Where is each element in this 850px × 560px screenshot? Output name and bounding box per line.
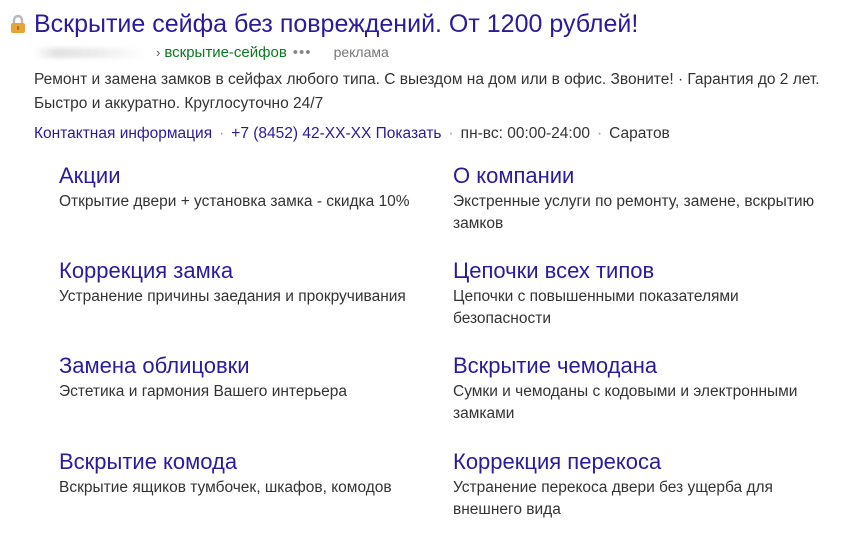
show-phone-link[interactable]: Показать [376,125,442,142]
sitelink-skew-correction: Коррекция перекоса Устранение перекоса д… [453,448,823,521]
sitelink-description: Вскрытие ящиков тумбочек, шкафов, комодо… [59,479,392,496]
city-label: Саратов [609,125,670,142]
sitelink-title-link[interactable]: Замена облицовки [59,352,429,380]
sitelink-description: Эстетика и гармония Вашего интерьера [59,383,348,400]
search-ad: Вскрытие сейфа без повреждений. От 1200 … [0,0,850,560]
sitelink-title-link[interactable]: О компании [453,162,823,190]
sitelink-about-company: О компании Экстренные услуги по ремонту,… [453,162,823,235]
blurred-domain [34,48,146,59]
sitelink-title-link[interactable]: Коррекция замка [59,257,429,285]
sitelink-description: Экстренные услуги по ремонту, замене, вс… [453,193,815,232]
ad-url-line: › вскрытие-сейфов ••• реклама [34,42,389,62]
sitelink-description: Цепочки с повышенными показателями безоп… [453,288,739,327]
sitelink-description: Открытие двери + установка замка - скидк… [59,193,410,210]
separator-dot: · [219,125,225,142]
sitelink-title-link[interactable]: Вскрытие чемодана [453,352,823,380]
ad-label: реклама [333,44,389,60]
ad-contacts-line: Контактная информация · +7 (8452) 42-XX-XX… [34,123,670,145]
separator-dot: · [448,125,454,142]
ad-title-link[interactable]: Вскрытие сейфа без повреждений. От 1200 … [34,9,638,39]
sitelink-facing-replacement: Замена облицовки Эстетика и гармония Ваш… [59,352,429,403]
sitelink-chains: Цепочки всех типов Цепочки с повышенными… [453,257,823,330]
ad-description: Ремонт и замена замков в сейфах любого т… [34,71,820,112]
sitelink-title-link[interactable]: Цепочки всех типов [453,257,823,285]
separator-dot: · [596,125,603,142]
sitelink-dresser-opening: Вскрытие комода Вскрытие ящиков тумбочек… [59,448,429,499]
contact-info-link[interactable]: Контактная информация [34,125,212,142]
sitelink-lock-correction: Коррекция замка Устранение причины заеда… [59,257,429,308]
lock-icon [11,14,25,33]
sitelink-suitcase-opening: Вскрытие чемодана Сумки и чемоданы с код… [453,352,823,425]
sitelink-promotions: Акции Открытие двери + установка замка -… [59,162,429,213]
phone-link[interactable]: +7 (8452) 42-XX-XX [231,125,371,142]
sitelink-description: Устранение причины заедания и прокручива… [59,288,406,305]
sitelink-title-link[interactable]: Акции [59,162,429,190]
sitelink-description: Устранение перекоса двери без ущерба для… [453,479,773,518]
working-hours: пн-вс: 00:00-24:00 [460,125,590,142]
sitelink-description: Сумки и чемоданы с кодовыми и электронны… [453,383,798,422]
sitelink-title-link[interactable]: Вскрытие комода [59,448,429,476]
ad-url-path-link[interactable]: вскрытие-сейфов [164,44,286,61]
breadcrumb-separator: › [156,45,161,60]
sitelink-title-link[interactable]: Коррекция перекоса [453,448,823,476]
more-options-icon[interactable]: ••• [293,44,312,61]
